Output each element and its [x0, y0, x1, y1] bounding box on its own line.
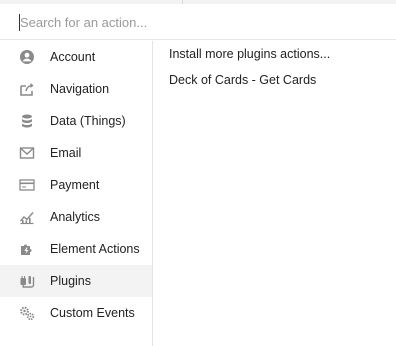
sidebar-item-label: Email: [50, 146, 82, 160]
sidebar-item-custom-events[interactable]: Custom Events: [0, 297, 152, 329]
sidebar-item-navigation[interactable]: Navigation: [0, 73, 152, 105]
sidebar-item-label: Analytics: [50, 210, 101, 224]
category-sidebar: Account Navigation Data (Things) Email P: [0, 41, 153, 346]
sidebar-item-label: Account: [50, 50, 96, 64]
sidebar-item-label: Navigation: [50, 82, 110, 96]
action-list: Install more plugins actions... Deck of …: [153, 41, 396, 346]
sidebar-item-data-things[interactable]: Data (Things): [0, 105, 152, 137]
sidebar-item-element-actions[interactable]: Element Actions: [0, 233, 152, 265]
search-input[interactable]: [16, 11, 386, 33]
puzzle-lightning-icon: [18, 240, 36, 258]
gears-icon: [18, 304, 36, 322]
line-chart-icon: [18, 208, 36, 226]
action-item-deck-of-cards-get-cards[interactable]: Deck of Cards - Get Cards: [169, 73, 316, 87]
user-circle-icon: [18, 48, 36, 66]
action-item-install-plugins[interactable]: Install more plugins actions...: [169, 47, 330, 61]
sidebar-item-email[interactable]: Email: [0, 137, 152, 169]
external-link-icon: [18, 80, 36, 98]
search-row: [0, 4, 396, 40]
sidebar-item-label: Data (Things): [50, 114, 126, 128]
sidebar-item-payment[interactable]: Payment: [0, 169, 152, 201]
sidebar-item-label: Element Actions: [50, 242, 140, 256]
sidebar-item-account[interactable]: Account: [0, 41, 152, 73]
plug-icon: [18, 272, 36, 290]
sidebar-item-analytics[interactable]: Analytics: [0, 201, 152, 233]
text-caret: [19, 14, 20, 31]
action-picker-panel: Account Navigation Data (Things) Email P: [0, 0, 396, 346]
credit-card-icon: [18, 176, 36, 194]
sidebar-item-plugins[interactable]: Plugins: [0, 265, 152, 297]
envelope-icon: [18, 144, 36, 162]
database-icon: [18, 112, 36, 130]
sidebar-item-label: Custom Events: [50, 306, 135, 320]
sidebar-item-label: Plugins: [50, 274, 91, 288]
sidebar-item-label: Payment: [50, 178, 100, 192]
